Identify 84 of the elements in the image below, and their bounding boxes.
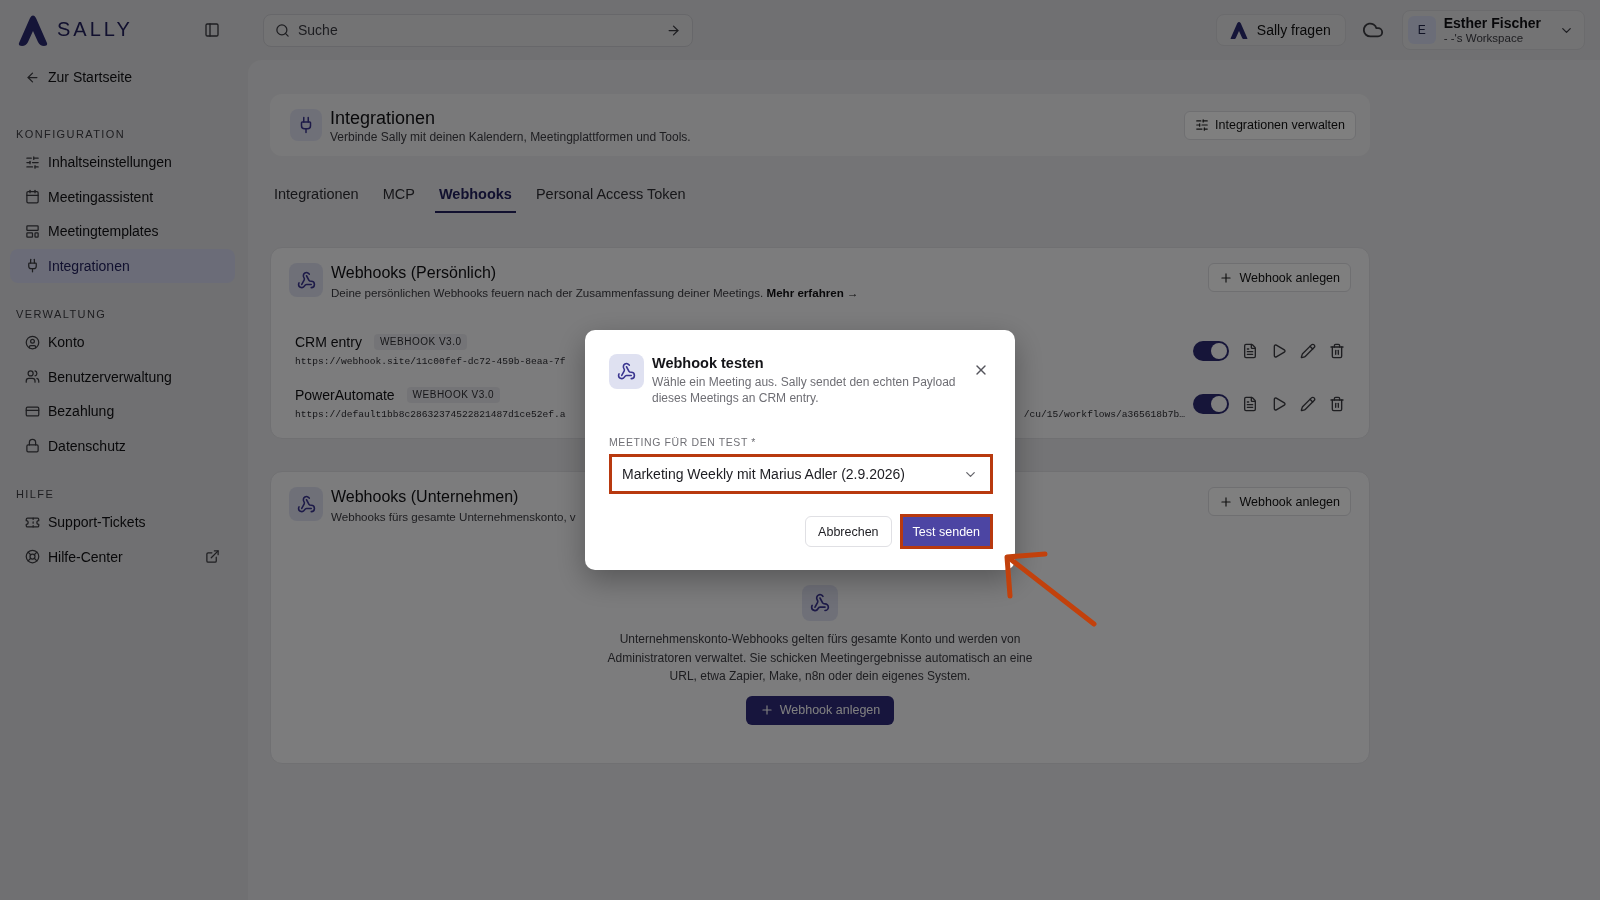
sidebar-item[interactable]: Konto (10, 325, 235, 360)
dialog-title: Webhook testen (652, 354, 764, 372)
webhook-name: CRM entry (295, 333, 362, 351)
dialog-description: Wähle ein Meeting aus. Sally sendet den echten Payload dieses Meetings an CRM entry. (652, 374, 957, 406)
sidebar-item[interactable]: Meetingtemplates (10, 214, 235, 249)
section-description: Webhooks fürs gesamte Unternehmenskonto, v (331, 509, 576, 525)
empty-state-text: Unternehmenskonto-Webhooks gelten fürs gesamte Konto und werden von Administratoren verwaltet. Sie schicken Meetingergebnisse automatisch an eine URL, etwa Zapier, Make, n8n oder dein eigenes System. (606, 631, 1034, 685)
plus-icon (1219, 494, 1234, 509)
webhook-url: /cu/15/workflows/a365618b7b… (1023, 408, 1185, 422)
section-description: Deine persönlichen Webhooks feuern nach der Zusammenfassung deiner Meetings. Mehr erfahren → (331, 285, 859, 301)
sidebar-section-label: HILFE (15, 487, 56, 501)
toggle-switch[interactable] (1193, 394, 1229, 414)
trash-icon[interactable] (1329, 396, 1345, 412)
logo-icon (1228, 20, 1249, 40)
section-title: Webhooks (Persönlich) (331, 263, 497, 283)
version-tag: WEBHOOK V3.0 (373, 334, 468, 350)
back-link[interactable]: Zur Startseite (10, 60, 235, 94)
ticket-icon (25, 514, 40, 530)
ask-assistant-button[interactable]: Sally fragen (1215, 14, 1346, 46)
user-menu[interactable]: E Esther Fischer - -'s Workspace (1401, 10, 1585, 50)
sidebar-item[interactable]: Support-Tickets (10, 505, 235, 540)
meeting-select[interactable]: Marketing Weekly mit Marius Adler (2.9.2026) (609, 454, 993, 494)
webhook-icon (802, 585, 838, 621)
sidebar-item[interactable]: Datenschutz (10, 428, 235, 463)
plug-icon (25, 258, 40, 274)
webhook-url: https://default1bb8c28632374522821487d1ce52ef.a (295, 408, 566, 422)
play-icon[interactable] (1271, 343, 1287, 359)
plug-icon (290, 109, 322, 141)
avatar-initial: E (1407, 16, 1436, 44)
arrow-left-icon (25, 69, 40, 85)
calendar-icon (25, 189, 40, 205)
webhook-icon (609, 354, 644, 389)
play-icon[interactable] (1271, 396, 1287, 412)
add-webhook-button[interactable]: Webhook anlegen (1208, 263, 1351, 292)
search-icon (275, 22, 290, 38)
webhook-icon (289, 263, 323, 297)
sliders-icon (25, 154, 40, 170)
pencil-icon[interactable] (1300, 396, 1316, 412)
webhook-url: https://webhook.site/11c00fef-dc72-459b-8eaa-7f (295, 355, 566, 369)
document-icon[interactable] (1242, 343, 1258, 359)
add-webhook-button[interactable]: Webhook anlegen (745, 695, 895, 725)
pencil-icon[interactable] (1300, 343, 1316, 359)
toggle-switch[interactable] (1193, 341, 1229, 361)
section-title: Webhooks (Unternehmen) (331, 487, 519, 507)
sidebar-toggle-icon[interactable] (204, 22, 220, 38)
user-circle-icon (25, 334, 40, 350)
sidebar-item[interactable]: Inhaltseinstellungen (10, 145, 235, 180)
lifebuoy-icon (25, 549, 40, 565)
user-name: Esther Fischer (1443, 15, 1541, 31)
document-icon[interactable] (1242, 396, 1258, 412)
sidebar-section-label: KONFIGURATION (15, 127, 127, 141)
sidebar-item[interactable]: Integrationen (10, 248, 235, 283)
cancel-button[interactable]: Abbrechen (805, 516, 892, 547)
webhook-name: PowerAutomate (295, 386, 395, 404)
plus-icon (759, 703, 774, 717)
workspace-name: - -'s Workspace (1443, 31, 1525, 45)
field-label: MEETING FÜR DEN TEST * (609, 436, 757, 448)
tab[interactable]: Webhooks (434, 176, 516, 213)
version-tag: WEBHOOK V3.0 (406, 387, 501, 403)
trash-icon[interactable] (1329, 343, 1345, 359)
tab[interactable]: MCP (378, 176, 419, 213)
brand-name: SALLY (57, 18, 133, 42)
sidebar-section-label: VERWALTUNG (15, 307, 108, 321)
page-subtitle: Verbinde Sally mit deinen Kalendern, Meetingplattformen und Tools. (330, 129, 691, 144)
webhook-icon (289, 487, 323, 521)
search-field[interactable]: Suche (263, 13, 693, 47)
learn-more-link[interactable]: Mehr erfahren → (766, 286, 859, 299)
logo-icon (16, 14, 50, 46)
sidebar-item[interactable]: Bezahlung (10, 394, 235, 429)
credit-card-icon (25, 403, 40, 419)
sidebar-item[interactable]: Benutzerverwaltung (10, 359, 235, 394)
lock-icon (25, 438, 40, 454)
sliders-icon (1195, 118, 1210, 132)
plus-icon (1219, 270, 1234, 285)
add-webhook-button[interactable]: Webhook anlegen (1208, 487, 1351, 516)
users-icon (25, 369, 40, 385)
tab[interactable]: Personal Access Token (531, 176, 690, 213)
manage-integrations-button[interactable]: Integrationen verwalten (1184, 110, 1356, 140)
tab[interactable]: Integrationen (270, 176, 363, 213)
send-test-button[interactable]: Test senden (899, 514, 993, 549)
layout-icon (25, 223, 40, 239)
page-title: Integrationen (330, 106, 436, 129)
sidebar-item[interactable]: Hilfe-Center (10, 539, 235, 574)
sidebar-item[interactable]: Meetingassistent (10, 179, 235, 214)
